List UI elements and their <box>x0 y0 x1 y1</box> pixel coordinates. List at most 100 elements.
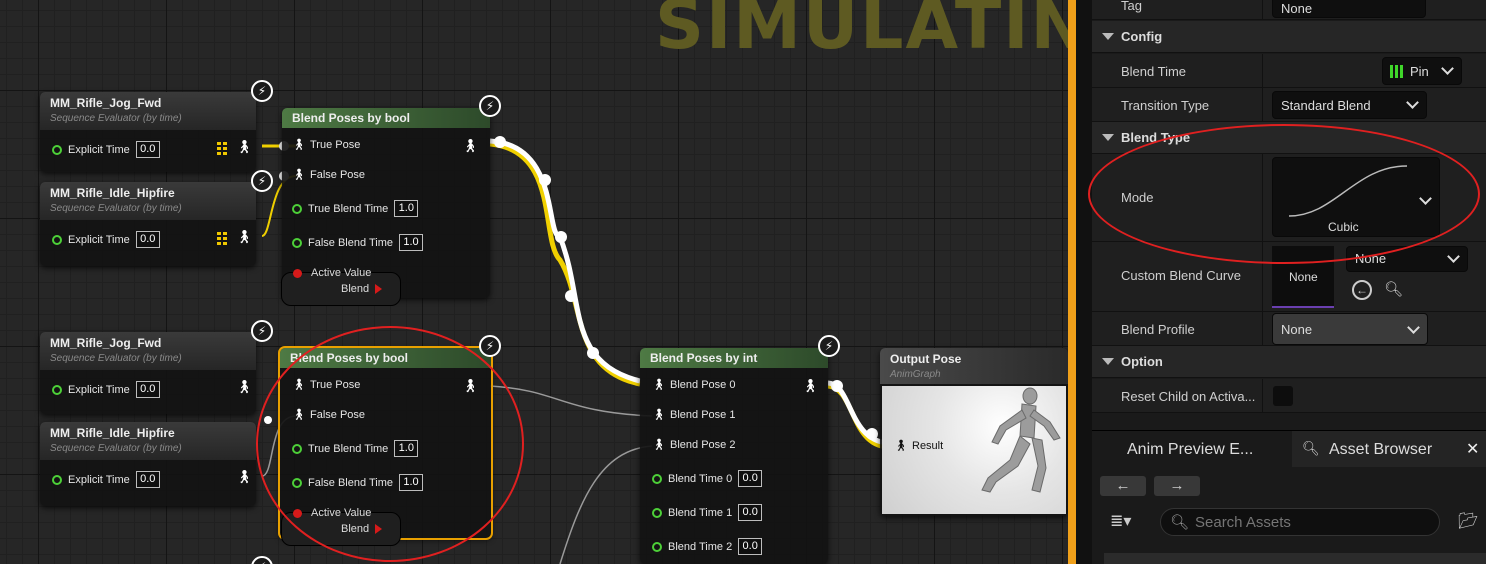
sequence-evaluator-node[interactable]: MM_Rifle_Idle_Hipfire Sequence Evaluator… <box>40 182 256 266</box>
wire-bool1-int0 <box>489 138 641 384</box>
column-header <box>1104 553 1486 564</box>
splitter[interactable] <box>1076 0 1092 564</box>
tag-field[interactable]: None <box>1272 0 1426 18</box>
pose-output-pin-icon[interactable]: 🚶︎ <box>236 379 253 395</box>
explicit-time-field[interactable]: 0.0 <box>135 381 160 398</box>
float-pin-icon[interactable] <box>292 237 302 248</box>
pose-input-pin-icon[interactable]: 🚶︎ <box>292 139 306 151</box>
sequence-evaluator-node[interactable]: MM_Rifle_Idle_Hipfire Sequence Evaluator… <box>40 422 256 506</box>
pin-label: Blend Time 1 <box>668 506 733 519</box>
dropdown-value: None <box>1281 322 1313 337</box>
search-input[interactable] <box>1160 508 1440 536</box>
explicit-time-field[interactable]: 0.0 <box>135 471 160 488</box>
pin-grid-icon <box>1390 65 1404 78</box>
collapse-arrow-icon[interactable] <box>1102 134 1114 141</box>
pose-output-pin-icon[interactable]: 🚶︎ <box>802 378 819 394</box>
transition-type-label: Transition Type <box>1121 98 1210 113</box>
node-title: Blend Poses by int <box>640 348 828 368</box>
browse-asset-icon[interactable]: 🔍︎ <box>1384 280 1404 300</box>
pin-label: False Pose <box>310 169 366 181</box>
false-blend-time-field[interactable]: 1.0 <box>398 234 423 251</box>
float-pin-icon[interactable] <box>652 541 662 552</box>
filter-icon[interactable]: ≣▾ <box>1110 511 1131 531</box>
true-blend-time-field[interactable]: 1.0 <box>394 200 419 217</box>
reset-child-checkbox[interactable] <box>1273 386 1293 406</box>
float-pin-icon[interactable] <box>652 507 662 518</box>
config-section[interactable]: Config <box>1092 21 1486 53</box>
pin-label: False Blend Time <box>308 236 393 249</box>
transition-type-dropdown[interactable]: Standard Blend <box>1272 91 1427 119</box>
reset-child-row: Reset Child on Activa... <box>1092 379 1486 413</box>
float-pin-icon[interactable] <box>52 144 62 155</box>
pose-output-pin-icon[interactable]: 🚶︎ <box>462 138 479 154</box>
close-icon[interactable]: ✕ <box>1466 439 1479 459</box>
pin-label: Explicit Time <box>68 383 130 396</box>
highlight-ellipse <box>1088 124 1480 264</box>
wire-bool1-int0-yellow <box>489 141 641 387</box>
float-pin-icon[interactable] <box>652 473 662 484</box>
blend-time-label: Blend Time <box>1121 64 1187 79</box>
back-button[interactable]: ← <box>1100 476 1146 496</box>
active-value-label: Active Value <box>311 267 372 279</box>
tab-anim-preview-editor[interactable]: Anim Preview E... <box>1127 431 1253 467</box>
float-pin-icon[interactable] <box>52 384 62 395</box>
asset-browser-panel: Anim Preview E... 🔍︎ Asset Browser ✕ ← →… <box>1092 430 1486 564</box>
pin-label: Blend Pose 1 <box>670 409 736 421</box>
pin-label: True Pose <box>310 139 361 151</box>
pin-label: Explicit Time <box>68 143 130 156</box>
fast-path-icon: ⚡︎ <box>479 95 501 117</box>
folder-search-icon[interactable]: 📂︎ <box>1458 511 1478 531</box>
tab-asset-browser-active[interactable]: 🔍︎ Asset Browser ✕ <box>1292 431 1486 467</box>
option-section[interactable]: Option <box>1092 346 1486 378</box>
pose-input-pin-icon[interactable]: 🚶︎ <box>292 169 306 181</box>
explicit-time-field[interactable]: 0.0 <box>135 231 160 248</box>
blend-time-1-field[interactable]: 0.0 <box>738 504 763 521</box>
sequence-evaluator-node[interactable]: MM_Rifle_Jog_Fwd Sequence Evaluator (by … <box>40 92 256 172</box>
collapse-arrow-icon[interactable] <box>1102 358 1114 365</box>
output-pose-node[interactable]: Output Pose AnimGraph 🚶︎ Result <box>880 348 1068 516</box>
blend-label: Blend <box>341 283 370 295</box>
blend-profile-label: Blend Profile <box>1121 322 1195 337</box>
pose-input-pin-icon[interactable]: 🚶︎ <box>894 440 908 452</box>
forward-button[interactable]: → <box>1154 476 1200 496</box>
bool-pin-icon[interactable] <box>293 269 302 278</box>
pin-label: Blend Pose 0 <box>670 379 736 391</box>
blend-time-row: Blend Time Pin <box>1092 54 1486 88</box>
collapse-arrow-icon[interactable] <box>1102 33 1114 40</box>
node-subtitle: Sequence Evaluator (by time) <box>50 443 182 454</box>
section-label: Config <box>1121 29 1163 44</box>
details-panel: Tag None Config Blend Time Pin Transitio… <box>1088 0 1486 430</box>
blend-profile-dropdown[interactable]: None <box>1272 313 1428 345</box>
pose-input-pin-icon[interactable]: 🚶︎ <box>652 439 666 451</box>
pose-input-pin-icon[interactable]: 🚶︎ <box>652 379 666 391</box>
node-title: Output Pose <box>890 352 962 366</box>
fast-path-icon: ⚡︎ <box>251 320 273 342</box>
dropdown-value: Standard Blend <box>1281 98 1371 113</box>
bool-output-pin-icon[interactable] <box>375 284 382 294</box>
pose-input-pin-icon[interactable]: 🚶︎ <box>652 409 666 421</box>
section-label: Option <box>1121 354 1163 369</box>
float-pin-icon[interactable] <box>52 474 62 485</box>
sequence-evaluator-node[interactable]: MM_Rifle_Jog_Fwd Sequence Evaluator (by … <box>40 332 256 414</box>
blend-poses-by-int-node[interactable]: Blend Poses by int 🚶︎ Blend Pose 0 🚶︎ 🚶︎ B… <box>640 348 828 564</box>
use-selected-icon[interactable]: ← <box>1352 280 1372 300</box>
pose-output-pin-icon[interactable]: 🚶︎ <box>236 229 253 245</box>
fast-path-icon: ⚡︎ <box>251 80 273 102</box>
custom-blend-curve-label: Custom Blend Curve <box>1121 268 1241 283</box>
blend-time-0-field[interactable]: 0.0 <box>738 470 763 487</box>
wire-int2-in <box>559 445 653 564</box>
node-subtitle: Sequence Evaluator (by time) <box>50 353 182 364</box>
tag-label: Tag <box>1121 0 1142 13</box>
pose-output-pin-icon[interactable]: 🚶︎ <box>236 139 253 155</box>
pin-label: True Blend Time <box>308 202 389 215</box>
pin-label: Pin <box>1410 64 1429 79</box>
fast-path-icon: ⚡︎ <box>818 335 840 357</box>
blend-time-pin-dropdown[interactable]: Pin <box>1382 57 1462 85</box>
pose-output-pin-icon[interactable]: 🚶︎ <box>236 469 253 485</box>
float-pin-icon[interactable] <box>292 203 302 214</box>
blend-time-2-field[interactable]: 0.0 <box>738 538 763 555</box>
float-pin-icon[interactable] <box>52 234 62 245</box>
node-title: MM_Rifle_Jog_Fwd <box>50 96 162 110</box>
anim-graph-canvas[interactable]: SIMULATING MM_Rifle_Jog_Fwd Sequence Eva… <box>0 0 1068 564</box>
explicit-time-field[interactable]: 0.0 <box>135 141 160 158</box>
